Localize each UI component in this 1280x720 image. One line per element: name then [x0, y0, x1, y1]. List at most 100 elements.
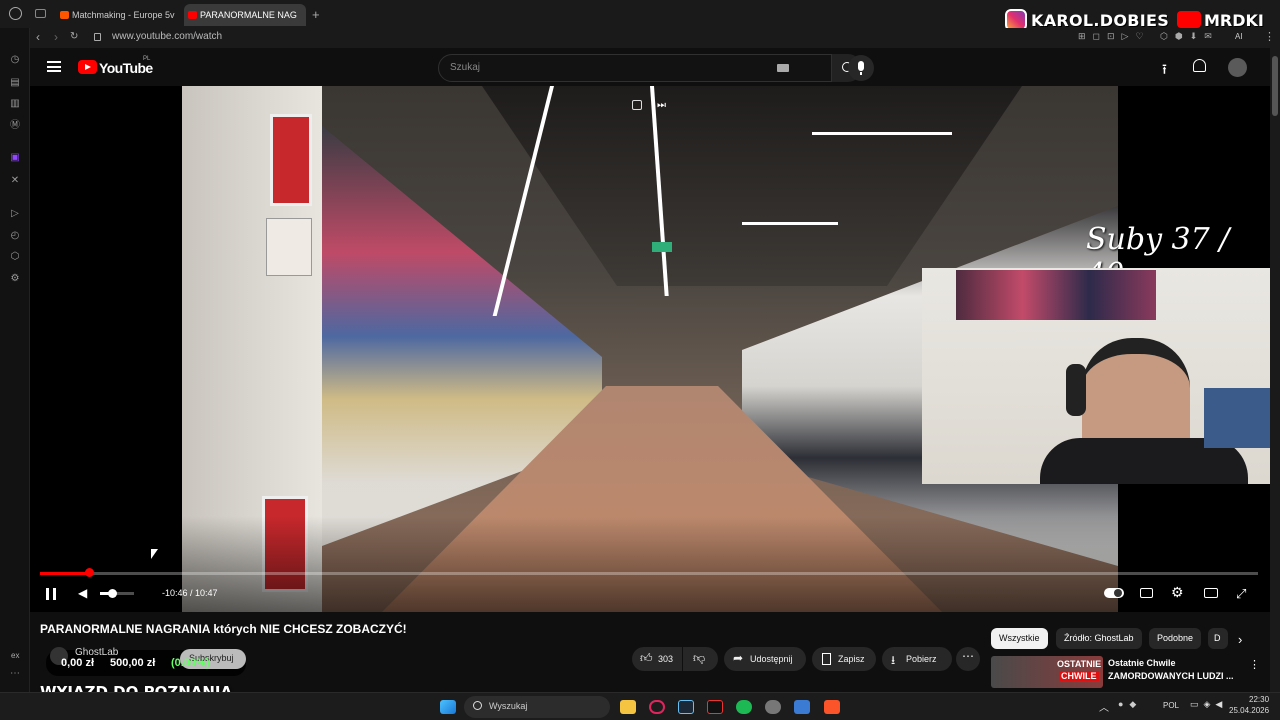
account-avatar[interactable]	[1228, 58, 1247, 77]
youtube-header: YouTube PL Szukaj ⭱	[30, 48, 1270, 86]
hamburger-menu-icon[interactable]	[47, 61, 61, 72]
ceiling-light	[812, 132, 952, 135]
app-icon-black[interactable]	[707, 700, 723, 714]
volume-slider-knob[interactable]	[107, 589, 117, 598]
messenger-icon[interactable]: ▤	[9, 77, 21, 89]
x-icon[interactable]: ✕	[9, 175, 21, 187]
keyboard-icon[interactable]	[777, 64, 789, 72]
more-actions-button[interactable]: ⋯	[956, 647, 980, 671]
play-icon[interactable]: ▷	[9, 208, 21, 220]
sidebar-more-icon[interactable]: ⋯	[9, 668, 21, 680]
opera-gx-icon[interactable]	[649, 700, 665, 714]
video-player[interactable]: ⏭ Suby 37 / 40 ◀︎ -10:46 / 10:47 ⚙ ⤢	[30, 86, 1270, 612]
browser-menu-icon[interactable]	[9, 7, 22, 20]
history-icon[interactable]: ◷	[9, 54, 21, 66]
clock-time[interactable]: 22:30	[1249, 695, 1269, 704]
skip-next-icon[interactable]: ⏭	[657, 100, 666, 111]
search-icon	[473, 701, 482, 710]
exit-sign	[652, 242, 672, 252]
page-scrollbar[interactable]	[1270, 48, 1280, 692]
twitch-icon[interactable]: ▣	[9, 152, 21, 164]
more-horizontal-icon: ⋯	[962, 649, 974, 663]
download-icon: ⭳	[891, 653, 896, 667]
donation-goal: 500,00 zł	[110, 657, 156, 669]
settings-gear-icon[interactable]: ⚙	[1171, 584, 1184, 601]
youtube-logo-icon	[78, 60, 97, 74]
ceiling-light	[742, 222, 838, 225]
related-title-line1[interactable]: Ostatnie Chwile	[1108, 658, 1176, 668]
streamer-headset	[1066, 364, 1086, 416]
chip-similar[interactable]: Podobne	[1149, 628, 1202, 649]
file-explorer-icon[interactable]	[620, 700, 636, 714]
browser-address-bar: ‹ › ↻ www.youtube.com/watch ⊞◻⊡▷♡ ⬡⬢⬇✉ A…	[28, 28, 1280, 48]
volume-icon[interactable]: ◀︎	[78, 586, 87, 600]
tab-matchmaking[interactable]: Matchmaking - Europe 5v	[56, 4, 180, 26]
settings-icon[interactable]: ⚙	[9, 273, 21, 285]
windows-taskbar: Wyszukaj ︿ ●◆ POL ▭◈◀ 22:30 25.04.2026	[0, 692, 1280, 720]
voice-search-button[interactable]	[848, 55, 874, 81]
download-button[interactable]: ⭳ Pobierz	[882, 647, 952, 671]
steam-icon[interactable]	[678, 700, 694, 714]
time-display: -10:46 / 10:47	[162, 588, 218, 598]
tab-paranormalne[interactable]: PARANORMALNE NAG	[184, 4, 306, 26]
pause-button[interactable]	[46, 588, 56, 600]
save-label: Zapisz	[838, 654, 865, 664]
extension-icons[interactable]: ⊞◻⊡▷♡ ⬡⬢⬇✉	[1078, 31, 1219, 42]
back-icon[interactable]: ‹	[36, 30, 40, 44]
tray-chevron-icon[interactable]: ︿	[1099, 699, 1109, 714]
theater-mode-icon[interactable]	[1204, 588, 1218, 598]
browser-menu-more-icon[interactable]: ⋮	[1264, 30, 1275, 43]
youtube-logo-text: YouTube	[99, 60, 153, 76]
notepad-icon[interactable]	[794, 700, 810, 714]
like-button[interactable]: 👍︎ 303	[632, 647, 682, 671]
share-label: Udostępnij	[750, 654, 793, 664]
progress-bar[interactable]	[40, 568, 1258, 577]
chip-all[interactable]: Wszystkie	[991, 628, 1048, 649]
taskbar-search[interactable]: Wyszukaj	[464, 696, 610, 718]
language-indicator[interactable]: POL	[1163, 701, 1179, 710]
fullscreen-icon[interactable]: ⤢	[1236, 586, 1246, 602]
brave-icon[interactable]	[824, 700, 840, 714]
new-tab-button[interactable]: +	[312, 7, 320, 22]
upload-icon[interactable]: ⭱	[1162, 59, 1167, 83]
related-title-line2[interactable]: ZAMORDOWANYCH LUDZI ...	[1108, 671, 1234, 681]
browser-sidebar: ◷ ▤ ▥ Ⓜ ▣ ✕ ▷ ◴ ⬡ ⚙ ⋯	[0, 28, 30, 692]
notifications-bell-icon[interactable]	[1193, 59, 1206, 72]
chip-truncated[interactable]: D	[1208, 628, 1228, 649]
youtube-region-label: PL	[143, 56, 151, 62]
miniplayer-icon[interactable]	[632, 100, 642, 110]
discord-icon[interactable]	[765, 700, 781, 714]
wallet-icon[interactable]: ▥	[9, 98, 21, 110]
ceiling	[482, 86, 1022, 286]
subtitles-icon[interactable]	[1140, 588, 1153, 598]
clock-date[interactable]: 25.04.2026	[1229, 706, 1269, 715]
reload-icon[interactable]: ↻	[70, 31, 78, 42]
windows-start-icon[interactable]	[440, 700, 456, 714]
m-icon[interactable]: Ⓜ	[9, 120, 21, 132]
autoplay-toggle[interactable]	[1104, 588, 1124, 598]
related-more-icon[interactable]: ⋮	[1249, 658, 1260, 671]
save-button[interactable]: Zapisz	[812, 647, 876, 671]
bookmark-icon	[822, 653, 831, 665]
thumbnail-text-1: OSTATNIE	[1057, 659, 1102, 669]
cube-icon[interactable]: ⬡	[9, 251, 21, 263]
tab-manager-icon[interactable]	[35, 9, 46, 18]
thumbs-up-icon: 👍︎	[640, 651, 653, 665]
chip-source[interactable]: Źródło: GhostLab	[1056, 628, 1142, 649]
ai-label[interactable]: AI	[1235, 32, 1243, 41]
chips-next-icon[interactable]: ›	[1238, 632, 1242, 647]
progress-scrubber[interactable]	[84, 568, 94, 577]
related-thumbnail[interactable]: OSTATNIE CHWILE	[991, 656, 1103, 688]
volume-slider[interactable]	[100, 589, 134, 598]
url-text[interactable]: www.youtube.com/watch	[112, 31, 222, 42]
forward-icon[interactable]: ›	[54, 30, 58, 44]
spotify-icon[interactable]	[736, 700, 752, 714]
dislike-button[interactable]: 👎︎	[683, 647, 718, 671]
tab-label: Matchmaking - Europe 5v	[72, 10, 175, 20]
system-tray-icons[interactable]: ▭◈◀	[1190, 699, 1227, 710]
tray-icons[interactable]: ●◆	[1118, 699, 1142, 710]
share-button[interactable]: ➦ Udostępnij	[724, 647, 806, 671]
clock-icon[interactable]: ◴	[9, 230, 21, 242]
youtube-icon	[188, 11, 197, 19]
search-input[interactable]: Szukaj	[438, 54, 832, 82]
